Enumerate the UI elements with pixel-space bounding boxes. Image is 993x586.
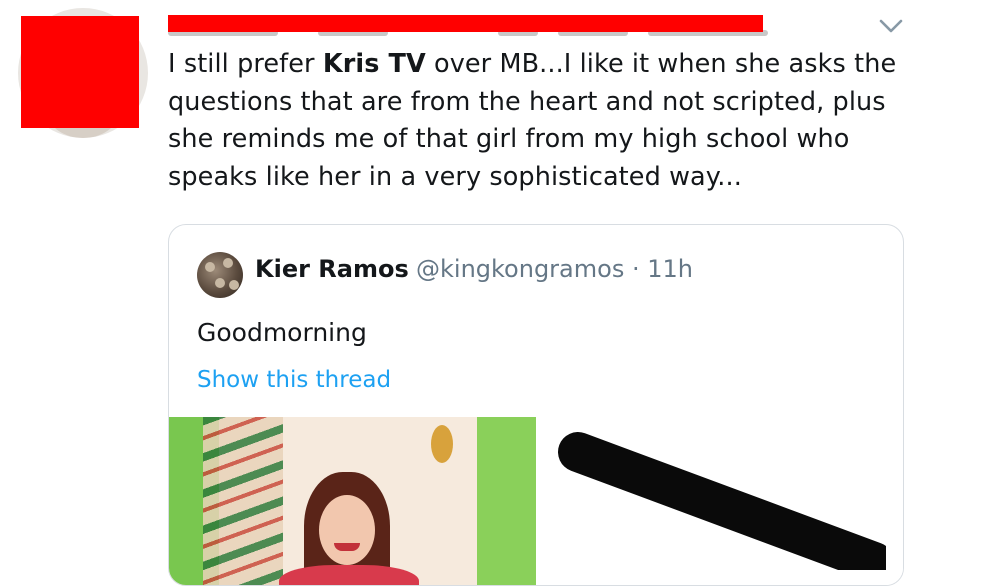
tweet-text-start: I still prefer [168, 49, 323, 79]
chevron-down-icon[interactable] [876, 14, 906, 38]
photo-person-smile [334, 543, 360, 551]
quoted-author-handle: @kingkongramos · 11h [416, 255, 693, 283]
photo-floral-pattern [203, 417, 283, 585]
header-redaction [168, 15, 763, 32]
avatar-redaction [21, 16, 139, 128]
show-thread-link[interactable]: Show this thread [197, 367, 391, 393]
photo-person-dress [279, 565, 419, 585]
quoted-author-avatar[interactable] [197, 252, 243, 298]
tweet-text-bold: Kris TV [322, 49, 426, 79]
tweet-text: I still prefer Kris TV over MB...I like … [168, 46, 908, 196]
photo-person-face [319, 495, 375, 565]
photo-background-right [477, 417, 536, 585]
quoted-tweet-text: Goodmorning [197, 318, 367, 347]
quoted-tweet-photo[interactable] [169, 417, 536, 585]
black-redaction-stroke [558, 432, 886, 570]
photo-parrot [431, 425, 453, 463]
quoted-author-name[interactable]: Kier Ramos [255, 255, 409, 283]
